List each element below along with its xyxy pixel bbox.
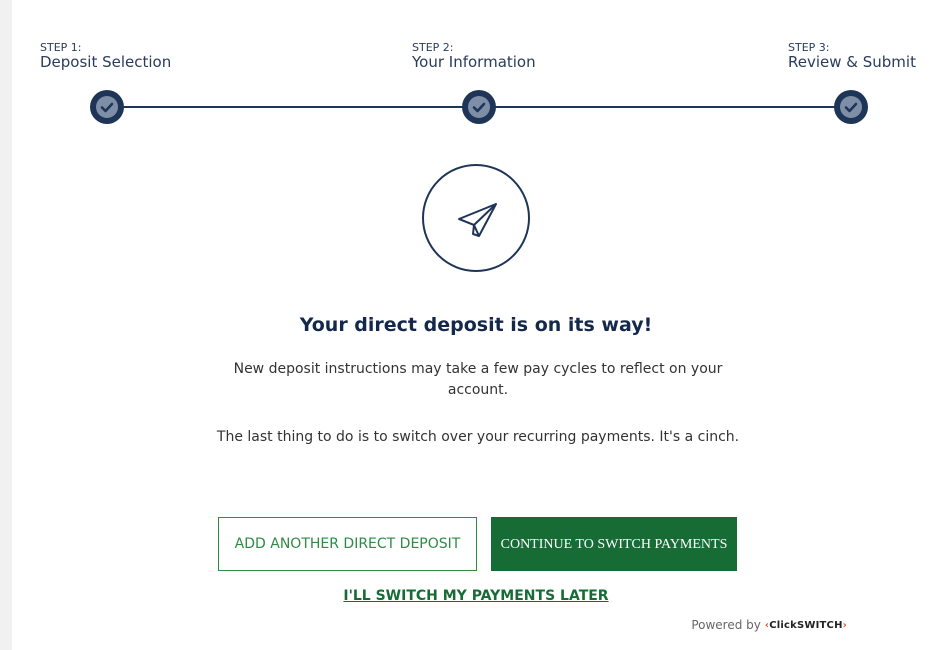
success-illustration	[422, 164, 530, 272]
switch-later-link[interactable]: I'LL SWITCH MY PAYMENTS LATER	[12, 588, 940, 604]
step-1-name: Deposit Selection	[40, 53, 172, 71]
step-1: STEP 1: Deposit Selection	[40, 42, 171, 71]
step-3-name: Review & Submit	[788, 53, 916, 71]
powered-by-label: Powered by	[691, 618, 761, 632]
step-3-number: STEP 3:	[788, 41, 830, 54]
step-3-complete-indicator	[834, 90, 868, 124]
next-step-note: The last thing to do is to switch over y…	[216, 429, 740, 445]
step-2-complete-indicator	[462, 90, 496, 124]
paper-plane-icon	[458, 203, 497, 237]
step-3: STEP 3: Review & Submit	[788, 42, 916, 71]
powered-by: Powered by ‹ClickSWITCH›	[691, 618, 847, 632]
check-icon	[472, 102, 486, 113]
step-2-name: Your Information	[412, 53, 536, 71]
page-title: Your direct deposit is on its way!	[299, 314, 653, 336]
step-1-complete-indicator	[90, 90, 124, 124]
check-icon	[844, 102, 858, 113]
step-1-number: STEP 1:	[40, 41, 82, 54]
deposit-timing-note: New deposit instructions may take a few …	[233, 361, 723, 398]
step-2: STEP 2: Your Information	[412, 42, 536, 71]
add-another-deposit-button[interactable]: ADD ANOTHER DIRECT DEPOSIT	[218, 517, 477, 571]
check-icon	[100, 102, 114, 113]
continue-switch-payments-button[interactable]: CONTINUE TO SWITCH PAYMENTS	[491, 517, 737, 571]
step-2-number: STEP 2:	[412, 41, 454, 54]
clickswitch-logo: ‹ClickSWITCH›	[764, 619, 847, 631]
confirmation-panel: STEP 1: Deposit Selection STEP 2: Your I…	[12, 0, 952, 650]
